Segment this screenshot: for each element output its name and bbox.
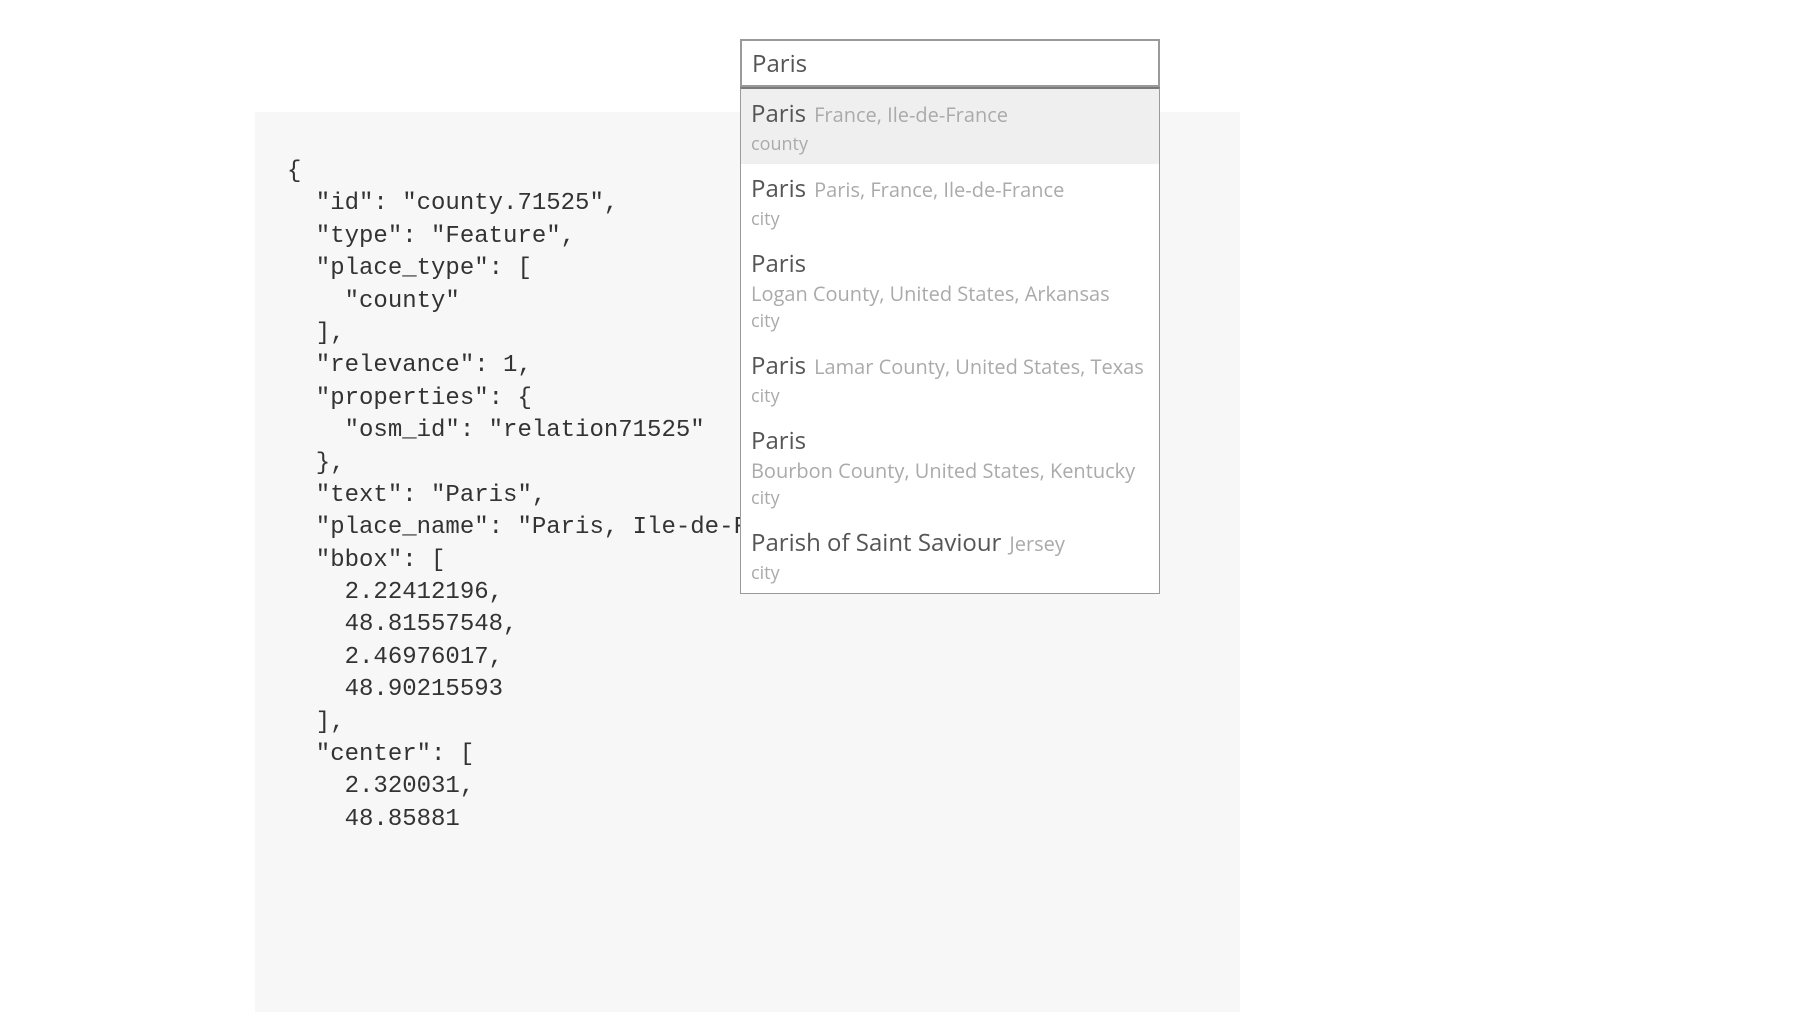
result-top-row: Paris Paris, France, Ile-de-France <box>751 172 1149 205</box>
result-name: Paris <box>751 97 806 130</box>
result-location: Lamar County, United States, Texas <box>814 353 1144 380</box>
result-type: city <box>751 384 1149 408</box>
autocomplete-result-item[interactable]: ParisBourbon County, United States, Kent… <box>741 416 1159 518</box>
result-location: Jersey <box>1009 530 1065 557</box>
autocomplete-result-item[interactable]: Parish of Saint Saviour Jersey city <box>741 518 1159 593</box>
result-location: Bourbon County, United States, Kentucky <box>751 457 1135 484</box>
autocomplete-result-item[interactable]: Paris France, Ile-de-France county <box>741 89 1159 164</box>
result-name: Paris <box>751 424 806 457</box>
autocomplete-search-container: ParisFrance, Ile-de-FrancecountyParisPar… <box>740 39 1160 594</box>
autocomplete-result-item[interactable]: Paris Paris, France, Ile-de-France city <box>741 164 1159 239</box>
result-location: Logan County, United States, Arkansas <box>751 280 1110 307</box>
result-type: city <box>751 561 1149 585</box>
result-name: Paris <box>751 247 806 280</box>
result-top-row: Paris France, Ile-de-France <box>751 97 1149 130</box>
result-top-row: ParisLogan County, United States, Arkans… <box>751 247 1149 307</box>
result-name: Paris <box>751 349 806 382</box>
result-top-row: ParisBourbon County, United States, Kent… <box>751 424 1149 484</box>
result-type: city <box>751 309 1149 333</box>
autocomplete-result-item[interactable]: Paris Lamar County, United States, Texas c… <box>741 341 1159 416</box>
autocomplete-dropdown: ParisFrance, Ile-de-FrancecountyParisPar… <box>740 87 1160 594</box>
result-type: city <box>751 207 1149 231</box>
result-location: France, Ile-de-France <box>814 101 1008 128</box>
result-type: city <box>751 486 1149 510</box>
search-input[interactable] <box>740 39 1160 87</box>
result-top-row: Paris Lamar County, United States, Texas <box>751 349 1149 382</box>
result-type: county <box>751 132 1149 156</box>
result-top-row: Parish of Saint Saviour Jersey <box>751 526 1149 559</box>
result-name: Parish of Saint Saviour <box>751 526 1001 559</box>
result-location: Paris, France, Ile-de-France <box>814 176 1064 203</box>
result-name: Paris <box>751 172 806 205</box>
autocomplete-result-item[interactable]: ParisLogan County, United States, Arkans… <box>741 239 1159 341</box>
